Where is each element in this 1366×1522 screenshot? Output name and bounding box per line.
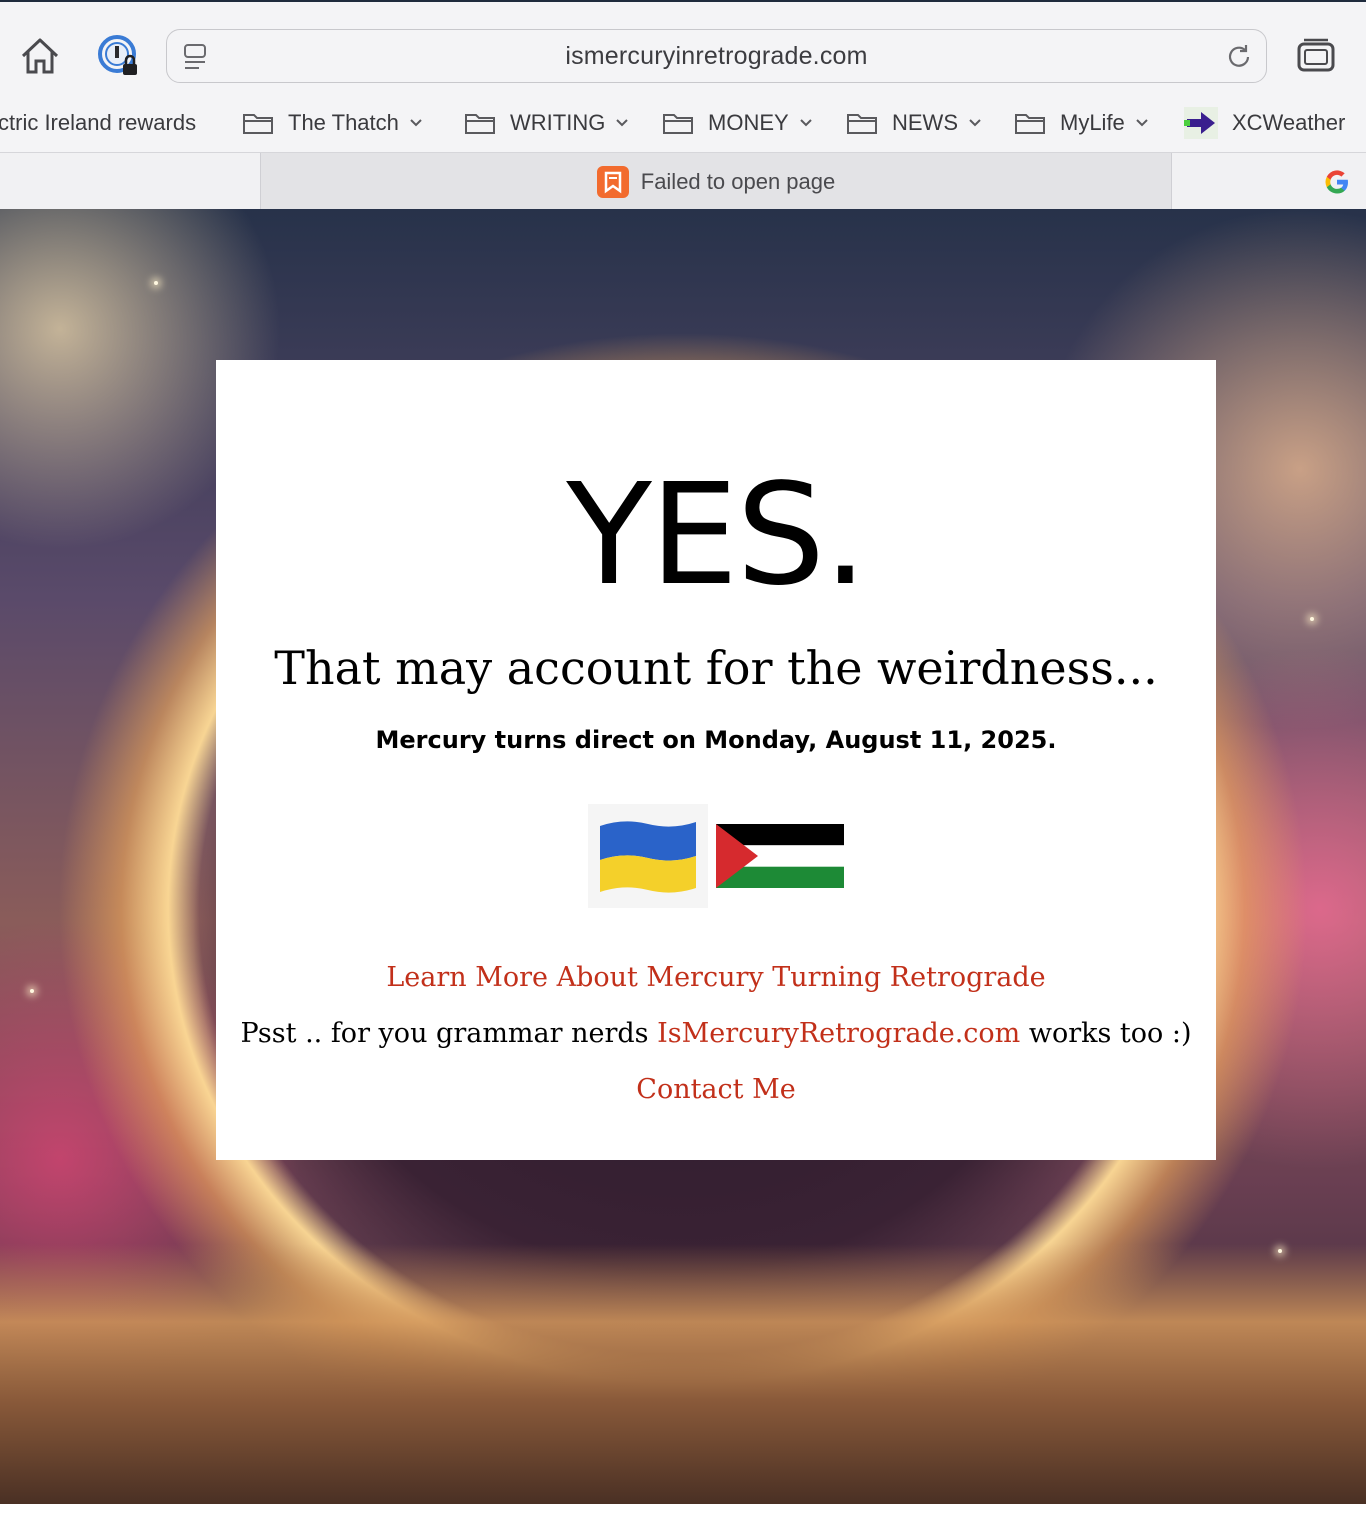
tab-title: Failed to open page [640,168,836,194]
bookmark-label: The Thatch [288,110,399,135]
ukraine-flag-icon [588,804,708,908]
bookmark-folder-money[interactable]: MONEY [662,94,813,152]
tab-strip: Failed to open page [0,152,1366,210]
google-g-icon [1325,170,1348,194]
password-lock-icon [98,35,137,75]
chevron-down-icon [799,119,812,127]
headline-yes: YES. [566,454,867,617]
bookmark-label: XCWeather [1232,110,1346,135]
contact-row: Contact Me [216,1072,1216,1108]
folder-icon [465,114,495,134]
learn-more-link[interactable]: Learn More About Mercury Turning Retrogr… [386,962,1045,993]
folder-icon [1015,114,1045,134]
page-background: YES. That may account for the weirdness.… [0,209,1366,1504]
tabs-icon [1297,38,1335,72]
bookmark-label: ctric Ireland rewards [0,110,197,135]
bookmarks-bar: ctric Ireland rewards The Thatch WRITING… [0,94,1366,152]
bookmark-ribbon-icon [596,165,629,198]
bookmark-folder-writing[interactable]: WRITING [464,94,629,152]
star [1278,1249,1282,1253]
home-button[interactable] [18,34,62,78]
bookmark-xcweather[interactable]: XCWeather [1184,94,1345,152]
subheadline: That may account for the weirdness... [274,641,1158,695]
psst-suffix: works too :) [1020,1018,1192,1049]
chevron-down-icon [1136,119,1148,127]
folder-icon [663,114,693,134]
url-text[interactable]: ismercuryinretrograde.com [565,42,867,71]
tab-google[interactable] [1322,167,1352,202]
chevron-down-icon [969,119,981,127]
bookmark-folder-mylife[interactable]: MyLife [1014,94,1149,152]
learn-more-row: Learn More About Mercury Turning Retrogr… [216,960,1216,996]
contact-me-link[interactable]: Contact Me [636,1074,795,1105]
bookmark-label: MONEY [708,110,789,135]
address-bar[interactable]: ismercuryinretrograde.com [166,29,1267,83]
star [1310,617,1314,621]
bookmark-label: MyLife [1060,110,1125,135]
bottom-strip [0,1504,1366,1522]
palestine-flag-icon [716,824,844,888]
tab-active[interactable]: Failed to open page [260,153,1172,210]
chevron-down-icon [616,119,629,127]
folder-icon [847,114,877,134]
bookmark-label: NEWS [892,110,958,135]
chevron-down-icon [410,119,422,127]
bookmark-electric-ireland[interactable]: ctric Ireland rewards [0,94,196,152]
grammar-note: Psst .. for you grammar nerds IsMercuryR… [216,1016,1216,1052]
bookmark-label: WRITING [510,110,606,135]
xcweather-arrow-icon [1184,107,1218,139]
bookmark-folder-the-thatch[interactable]: The Thatch [242,94,423,152]
home-icon [21,38,59,74]
password-manager-button[interactable] [97,34,141,78]
star [30,989,34,993]
psst-prefix: Psst .. for you grammar nerds [240,1018,658,1049]
bookmark-folder-news[interactable]: NEWS [846,94,982,152]
flags-row [588,804,848,908]
star [154,281,158,285]
page-info-icon[interactable] [181,42,209,77]
alt-domain-link[interactable]: IsMercuryRetrograde.com [657,1018,1020,1049]
browser-toolbar: ismercuryinretrograde.com [0,0,1366,94]
mercury-direct-date: Mercury turns direct on Monday, August 1… [375,726,1057,754]
planet-surface-horizon [0,1244,1366,1504]
folder-icon [243,114,273,134]
reload-icon[interactable] [1224,42,1254,77]
tab-overview-button[interactable] [1294,34,1338,78]
answer-card: YES. That may account for the weirdness.… [216,360,1216,1160]
